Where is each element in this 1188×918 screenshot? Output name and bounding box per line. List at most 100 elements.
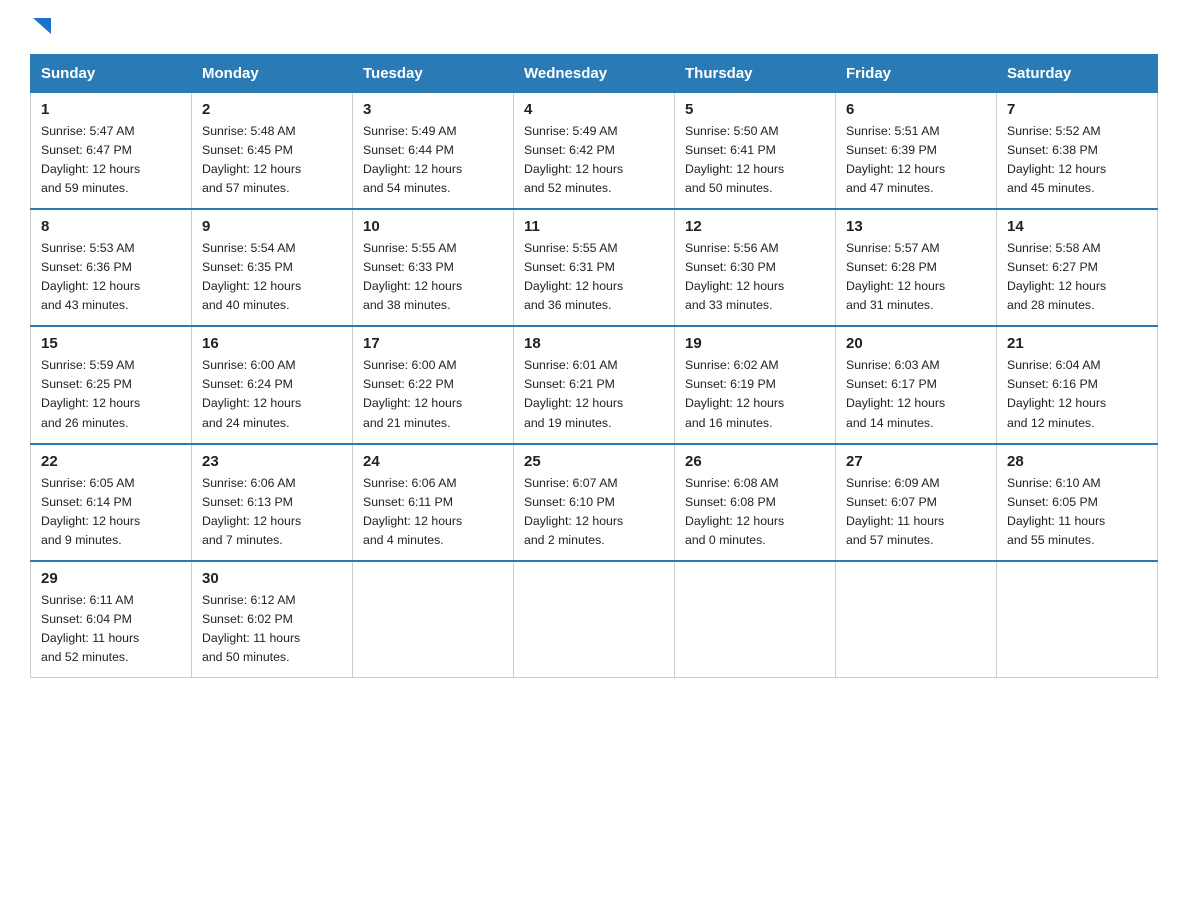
day-number: 5 — [685, 101, 825, 118]
day-info: Sunrise: 5:49 AMSunset: 6:42 PMDaylight:… — [524, 122, 664, 198]
calendar-day-cell: 1 Sunrise: 5:47 AMSunset: 6:47 PMDaylight… — [31, 93, 192, 210]
day-number: 28 — [1007, 453, 1147, 470]
weekday-header: Sunday — [31, 55, 192, 93]
day-number: 27 — [846, 453, 986, 470]
day-info: Sunrise: 6:06 AMSunset: 6:11 PMDaylight:… — [363, 474, 503, 550]
calendar-day-cell: 5 Sunrise: 5:50 AMSunset: 6:41 PMDaylight… — [675, 93, 836, 210]
calendar-day-cell: 23Sunrise: 6:06 AMSunset: 6:13 PMDayligh… — [192, 444, 353, 561]
day-info: Sunrise: 5:55 AMSunset: 6:31 PMDaylight:… — [524, 239, 664, 315]
day-number: 29 — [41, 570, 181, 587]
calendar-day-cell: 8Sunrise: 5:53 AMSunset: 6:36 PMDaylight… — [31, 209, 192, 326]
day-number: 9 — [202, 218, 342, 235]
day-info: Sunrise: 6:06 AMSunset: 6:13 PMDaylight:… — [202, 474, 342, 550]
day-number: 20 — [846, 335, 986, 352]
day-number: 24 — [363, 453, 503, 470]
day-number: 2 — [202, 101, 342, 118]
calendar-day-cell: 19 Sunrise: 6:02 AMSunset: 6:19 PMDayligh… — [675, 326, 836, 443]
day-number: 22 — [41, 453, 181, 470]
day-info: Sunrise: 5:58 AMSunset: 6:27 PMDaylight:… — [1007, 239, 1147, 315]
day-number: 8 — [41, 218, 181, 235]
calendar-day-cell: 13 Sunrise: 5:57 AMSunset: 6:28 PMDayligh… — [836, 209, 997, 326]
day-number: 14 — [1007, 218, 1147, 235]
day-number: 19 — [685, 335, 825, 352]
calendar-day-cell: 15 Sunrise: 5:59 AMSunset: 6:25 PMDayligh… — [31, 326, 192, 443]
calendar-week-row: 15 Sunrise: 5:59 AMSunset: 6:25 PMDayligh… — [31, 326, 1158, 443]
day-info: Sunrise: 6:09 AMSunset: 6:07 PMDaylight:… — [846, 474, 986, 550]
calendar-day-cell: 4 Sunrise: 5:49 AMSunset: 6:42 PMDaylight… — [514, 93, 675, 210]
day-info: Sunrise: 6:07 AMSunset: 6:10 PMDaylight:… — [524, 474, 664, 550]
weekday-header: Tuesday — [353, 55, 514, 93]
weekday-header: Monday — [192, 55, 353, 93]
calendar-week-row: 29 Sunrise: 6:11 AMSunset: 6:04 PMDayligh… — [31, 561, 1158, 678]
day-info: Sunrise: 5:51 AMSunset: 6:39 PMDaylight:… — [846, 122, 986, 198]
weekday-header: Friday — [836, 55, 997, 93]
logo — [30, 20, 51, 36]
calendar-day-cell: 6 Sunrise: 5:51 AMSunset: 6:39 PMDaylight… — [836, 93, 997, 210]
calendar-day-cell: 12 Sunrise: 5:56 AMSunset: 6:30 PMDayligh… — [675, 209, 836, 326]
day-info: Sunrise: 6:01 AMSunset: 6:21 PMDaylight:… — [524, 356, 664, 432]
day-info: Sunrise: 5:52 AMSunset: 6:38 PMDaylight:… — [1007, 122, 1147, 198]
page-header — [30, 20, 1158, 36]
day-info: Sunrise: 5:47 AMSunset: 6:47 PMDaylight:… — [41, 122, 181, 198]
calendar-day-cell — [997, 561, 1158, 678]
calendar-day-cell — [353, 561, 514, 678]
day-number: 15 — [41, 335, 181, 352]
day-number: 18 — [524, 335, 664, 352]
calendar-day-cell: 20Sunrise: 6:03 AMSunset: 6:17 PMDayligh… — [836, 326, 997, 443]
day-number: 6 — [846, 101, 986, 118]
calendar-day-cell — [514, 561, 675, 678]
calendar-day-cell: 14 Sunrise: 5:58 AMSunset: 6:27 PMDayligh… — [997, 209, 1158, 326]
calendar-week-row: 22 Sunrise: 6:05 AMSunset: 6:14 PMDayligh… — [31, 444, 1158, 561]
calendar-day-cell: 9 Sunrise: 5:54 AMSunset: 6:35 PMDaylight… — [192, 209, 353, 326]
day-info: Sunrise: 6:12 AMSunset: 6:02 PMDaylight:… — [202, 591, 342, 667]
day-info: Sunrise: 6:10 AMSunset: 6:05 PMDaylight:… — [1007, 474, 1147, 550]
day-info: Sunrise: 5:59 AMSunset: 6:25 PMDaylight:… — [41, 356, 181, 432]
calendar-day-cell — [836, 561, 997, 678]
calendar-table: SundayMondayTuesdayWednesdayThursdayFrid… — [30, 54, 1158, 678]
day-number: 21 — [1007, 335, 1147, 352]
day-info: Sunrise: 5:57 AMSunset: 6:28 PMDaylight:… — [846, 239, 986, 315]
day-info: Sunrise: 6:08 AMSunset: 6:08 PMDaylight:… — [685, 474, 825, 550]
calendar-day-cell: 28 Sunrise: 6:10 AMSunset: 6:05 PMDayligh… — [997, 444, 1158, 561]
day-number: 4 — [524, 101, 664, 118]
calendar-day-cell: 30 Sunrise: 6:12 AMSunset: 6:02 PMDayligh… — [192, 561, 353, 678]
day-number: 13 — [846, 218, 986, 235]
day-info: Sunrise: 6:11 AMSunset: 6:04 PMDaylight:… — [41, 591, 181, 667]
day-info: Sunrise: 6:04 AMSunset: 6:16 PMDaylight:… — [1007, 356, 1147, 432]
calendar-day-cell: 26 Sunrise: 6:08 AMSunset: 6:08 PMDayligh… — [675, 444, 836, 561]
day-number: 12 — [685, 218, 825, 235]
calendar-day-cell: 10 Sunrise: 5:55 AMSunset: 6:33 PMDayligh… — [353, 209, 514, 326]
calendar-day-cell: 18 Sunrise: 6:01 AMSunset: 6:21 PMDayligh… — [514, 326, 675, 443]
day-number: 1 — [41, 101, 181, 118]
calendar-day-cell: 24 Sunrise: 6:06 AMSunset: 6:11 PMDayligh… — [353, 444, 514, 561]
calendar-day-cell: 3Sunrise: 5:49 AMSunset: 6:44 PMDaylight… — [353, 93, 514, 210]
calendar-week-row: 1 Sunrise: 5:47 AMSunset: 6:47 PMDaylight… — [31, 93, 1158, 210]
day-number: 16 — [202, 335, 342, 352]
day-number: 26 — [685, 453, 825, 470]
calendar-day-cell: 27 Sunrise: 6:09 AMSunset: 6:07 PMDayligh… — [836, 444, 997, 561]
weekday-header: Thursday — [675, 55, 836, 93]
calendar-day-cell — [675, 561, 836, 678]
weekday-header: Saturday — [997, 55, 1158, 93]
day-info: Sunrise: 5:50 AMSunset: 6:41 PMDaylight:… — [685, 122, 825, 198]
day-info: Sunrise: 6:02 AMSunset: 6:19 PMDaylight:… — [685, 356, 825, 432]
calendar-day-cell: 11 Sunrise: 5:55 AMSunset: 6:31 PMDayligh… — [514, 209, 675, 326]
calendar-day-cell: 25 Sunrise: 6:07 AMSunset: 6:10 PMDayligh… — [514, 444, 675, 561]
day-number: 30 — [202, 570, 342, 587]
day-number: 17 — [363, 335, 503, 352]
day-number: 25 — [524, 453, 664, 470]
calendar-day-cell: 29 Sunrise: 6:11 AMSunset: 6:04 PMDayligh… — [31, 561, 192, 678]
day-info: Sunrise: 6:00 AMSunset: 6:24 PMDaylight:… — [202, 356, 342, 432]
calendar-day-cell: 2Sunrise: 5:48 AMSunset: 6:45 PMDaylight… — [192, 93, 353, 210]
day-info: Sunrise: 5:54 AMSunset: 6:35 PMDaylight:… — [202, 239, 342, 315]
day-number: 10 — [363, 218, 503, 235]
weekday-header: Wednesday — [514, 55, 675, 93]
day-info: Sunrise: 5:55 AMSunset: 6:33 PMDaylight:… — [363, 239, 503, 315]
day-number: 11 — [524, 218, 664, 235]
day-info: Sunrise: 6:05 AMSunset: 6:14 PMDaylight:… — [41, 474, 181, 550]
calendar-week-row: 8Sunrise: 5:53 AMSunset: 6:36 PMDaylight… — [31, 209, 1158, 326]
calendar-day-cell: 16 Sunrise: 6:00 AMSunset: 6:24 PMDayligh… — [192, 326, 353, 443]
logo-arrow-icon — [33, 18, 51, 40]
calendar-day-cell: 22 Sunrise: 6:05 AMSunset: 6:14 PMDayligh… — [31, 444, 192, 561]
day-info: Sunrise: 5:56 AMSunset: 6:30 PMDaylight:… — [685, 239, 825, 315]
